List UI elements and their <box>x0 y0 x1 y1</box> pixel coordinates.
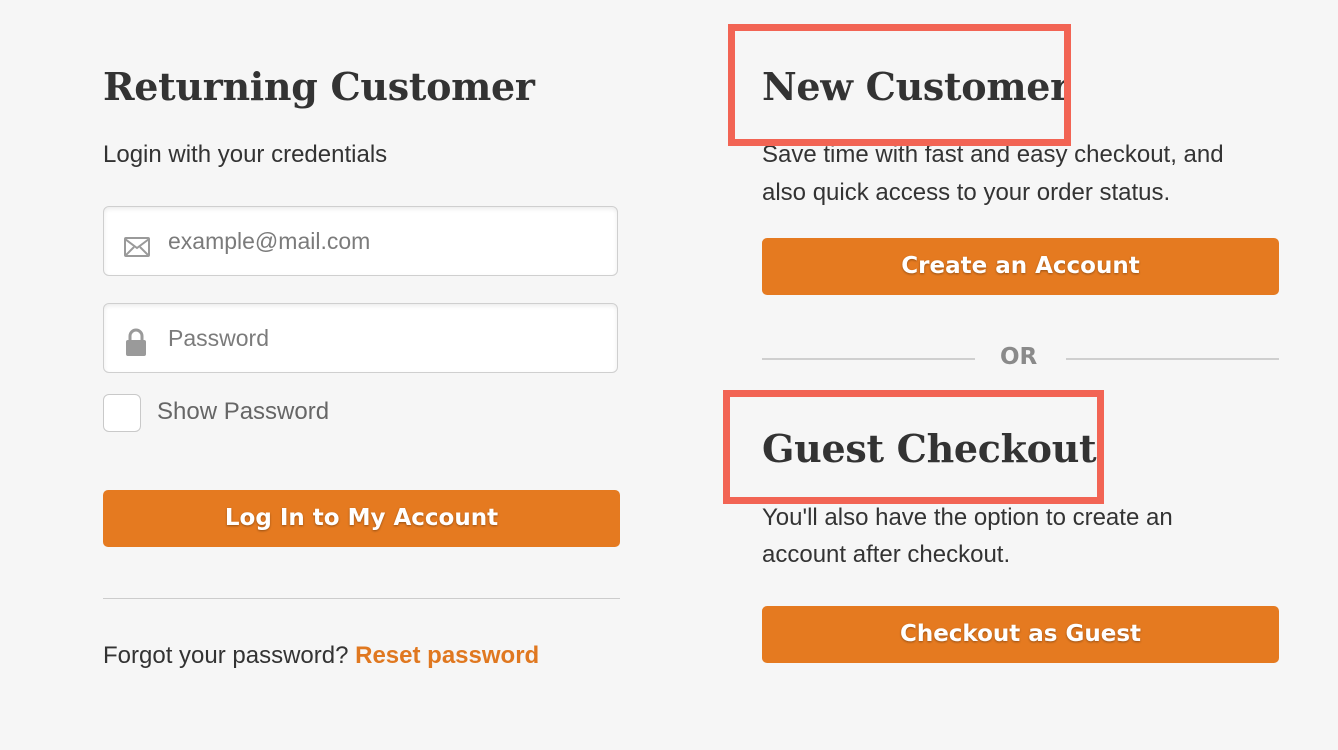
checkout-as-guest-button[interactable]: Checkout as Guest <box>762 606 1279 663</box>
password-field[interactable] <box>103 303 618 373</box>
show-password-checkbox[interactable] <box>103 394 141 432</box>
forgot-password-row: Forgot your password? Reset password <box>103 642 539 670</box>
envelope-icon <box>124 237 150 262</box>
password-input[interactable] <box>168 304 598 372</box>
guest-checkout-description-line1: You'll also have the option to create an <box>762 504 1173 531</box>
or-divider-right <box>1066 358 1279 360</box>
forgot-password-text: Forgot your password? <box>103 642 349 669</box>
or-divider-left <box>762 358 975 360</box>
guest-checkout-highlight-box <box>723 390 1104 504</box>
create-account-button[interactable]: Create an Account <box>762 238 1279 295</box>
returning-customer-subtitle: Login with your credentials <box>103 141 388 168</box>
returning-customer-title: Returning Customer <box>103 64 535 109</box>
show-password-label[interactable]: Show Password <box>157 398 329 426</box>
new-customer-highlight-box <box>728 24 1071 146</box>
reset-password-link[interactable]: Reset password <box>355 642 539 669</box>
or-separator-label: OR <box>1000 344 1038 370</box>
email-input[interactable] <box>168 207 598 275</box>
login-button[interactable]: Log In to My Account <box>103 490 620 547</box>
email-field[interactable] <box>103 206 618 276</box>
section-divider <box>103 598 620 599</box>
new-customer-description-line2: also quick access to your order status. <box>762 179 1171 206</box>
guest-checkout-description-line2: account after checkout. <box>762 541 1011 568</box>
lock-icon <box>124 328 148 361</box>
